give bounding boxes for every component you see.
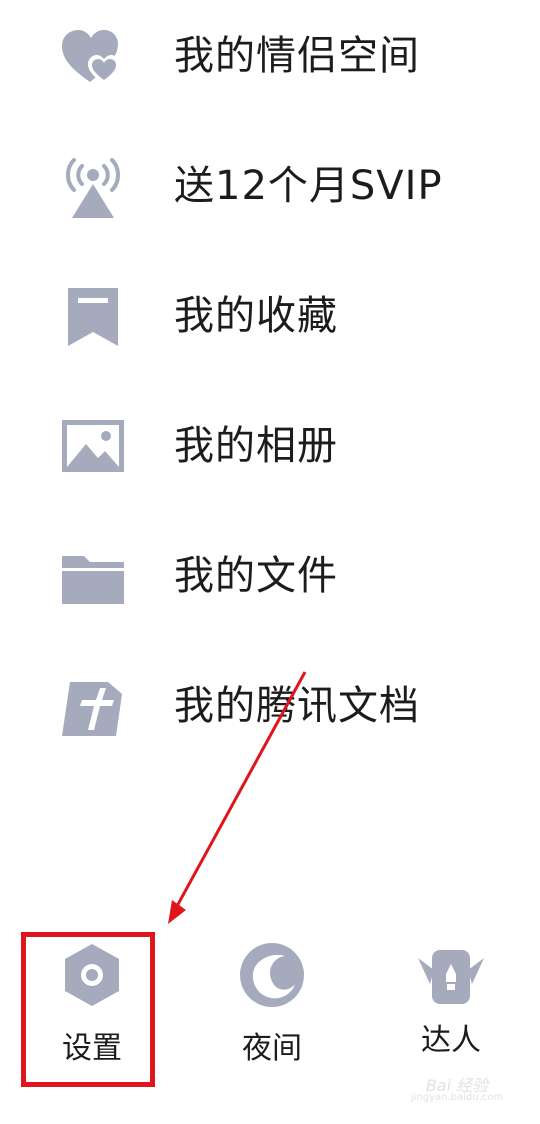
expert-label: 达人 [421, 1023, 481, 1058]
menu-item-label: 送12个月SVIP [174, 163, 443, 209]
night-mode-button[interactable]: 夜间 [202, 925, 342, 1085]
menu-item-label: 我的文件 [174, 553, 338, 599]
broadcast-tower-icon [60, 154, 126, 220]
menu-item-label: 我的收藏 [174, 293, 338, 339]
highlight-box [21, 932, 155, 1087]
folder-icon [60, 544, 126, 610]
expert-badge-icon [416, 940, 486, 1010]
menu-item-favorites[interactable]: 我的收藏 [0, 260, 540, 370]
menu-item-couple-space[interactable]: 我的情侣空间 [0, 0, 540, 110]
bookmark-icon [60, 284, 126, 350]
menu-item-files[interactable]: 我的文件 [0, 520, 540, 630]
menu-item-tencent-docs[interactable]: 我的腾讯文档 [0, 650, 540, 760]
moon-icon [237, 940, 307, 1010]
watermark-sub: jingyan.baidu.com [410, 1092, 504, 1103]
image-icon [60, 414, 126, 480]
night-mode-label: 夜间 [242, 1031, 302, 1066]
menu-item-label: 我的情侣空间 [174, 33, 420, 79]
menu-item-svip[interactable]: 送12个月SVIP [0, 130, 540, 240]
menu-item-album[interactable]: 我的相册 [0, 390, 540, 500]
hearts-icon [60, 24, 126, 90]
menu-item-label: 我的相册 [174, 423, 338, 469]
menu-item-label: 我的腾讯文档 [174, 683, 420, 729]
watermark: Bai 经验 jingyan.baidu.com [402, 1060, 512, 1110]
tencent-docs-icon [60, 674, 126, 740]
